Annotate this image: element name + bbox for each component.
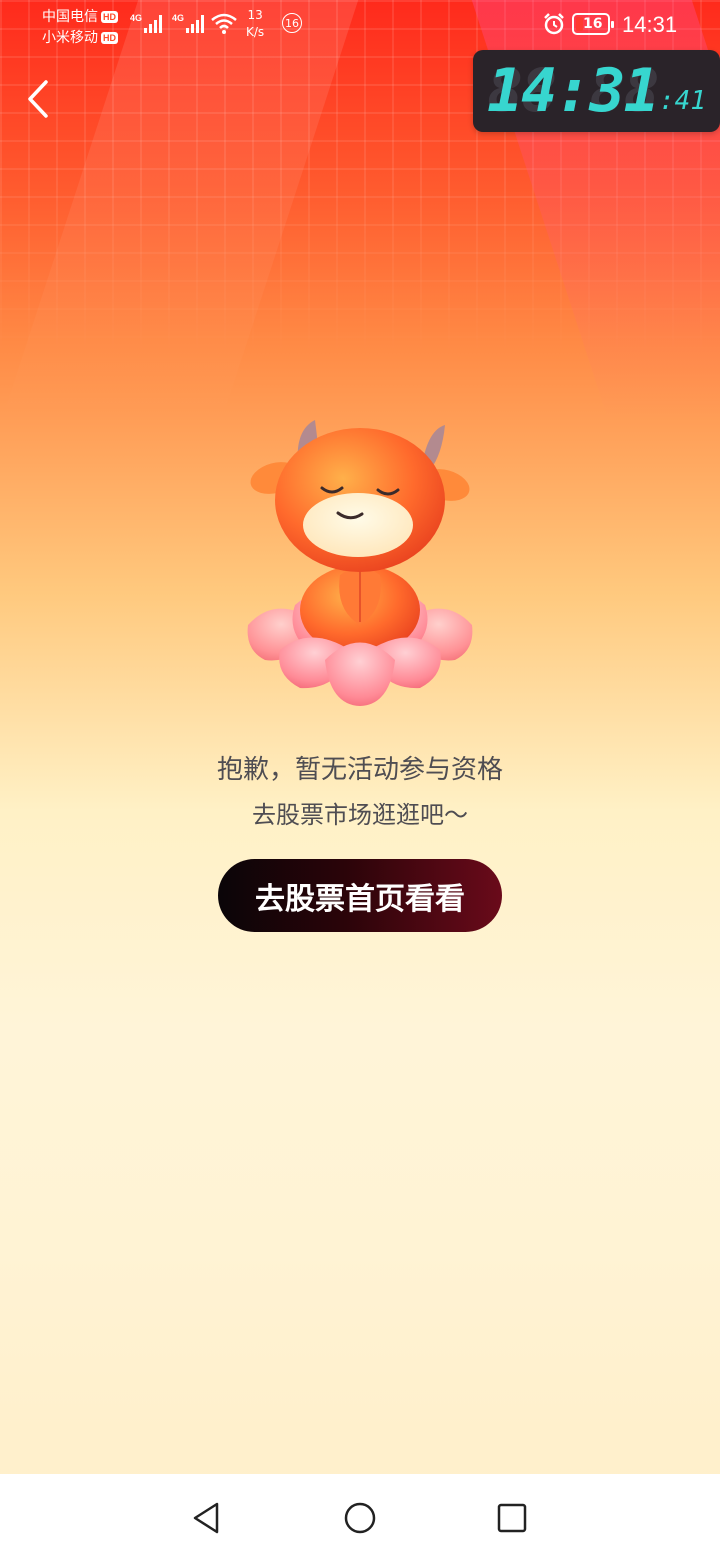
notification-badge: 16: [282, 13, 302, 33]
page: 中国电信 HD 小米移动 HD 4G 4G 13 K/s 16 16 14:31…: [0, 0, 720, 1560]
floating-clock-widget[interactable]: 88:88 14:31 :41: [473, 50, 720, 132]
net-speed-unit: K/s: [246, 25, 265, 39]
network-type-label-2: 4G: [172, 13, 184, 23]
signal-icon-sim2: 4G: [172, 13, 204, 33]
net-speed-value: 13: [247, 8, 263, 22]
carrier-1: 中国电信: [42, 8, 98, 24]
chevron-left-icon: [28, 80, 48, 118]
hd-badge-2: HD: [101, 32, 118, 45]
battery-nub: [611, 21, 614, 28]
status-bar: 中国电信 HD 小米移动 HD 4G 4G 13 K/s 16 16 14:31: [0, 0, 720, 50]
battery-fill: [576, 17, 583, 31]
wifi-icon: [211, 13, 237, 34]
nav-recents-button[interactable]: [488, 1494, 536, 1542]
nav-back-button[interactable]: [182, 1494, 230, 1542]
circle-home-icon: [344, 1502, 376, 1534]
alarm-clock-icon: [544, 13, 564, 35]
square-recents-icon: [497, 1503, 527, 1533]
go-to-stock-home-button[interactable]: 去股票首页看看: [218, 859, 502, 932]
nav-home-button[interactable]: [336, 1494, 384, 1542]
ox-mascot-illustration: [247, 420, 473, 706]
battery-level: 16: [583, 16, 603, 32]
hd-badge-1: HD: [101, 11, 118, 24]
battery-icon: 16: [572, 13, 614, 35]
network-type-label-1: 4G: [130, 13, 142, 23]
net-speed: 13 K/s: [246, 7, 264, 41]
carrier-info: 中国电信 HD 小米移动 HD: [42, 6, 118, 48]
triangle-back-icon: [193, 1502, 219, 1534]
system-navigation-bar: [0, 1474, 720, 1560]
empty-message-subtitle: 去股票市场逛逛吧～: [252, 801, 468, 829]
status-time: 14:31: [622, 12, 678, 37]
empty-message-title: 抱歉，暂无活动参与资格: [216, 755, 503, 785]
back-button[interactable]: [20, 76, 60, 122]
clock-seconds: :41: [659, 86, 706, 116]
signal-icon-sim1: 4G: [130, 13, 162, 33]
carrier-2: 小米移动: [42, 29, 98, 45]
clock-hours-minutes: 14:31: [487, 56, 660, 126]
